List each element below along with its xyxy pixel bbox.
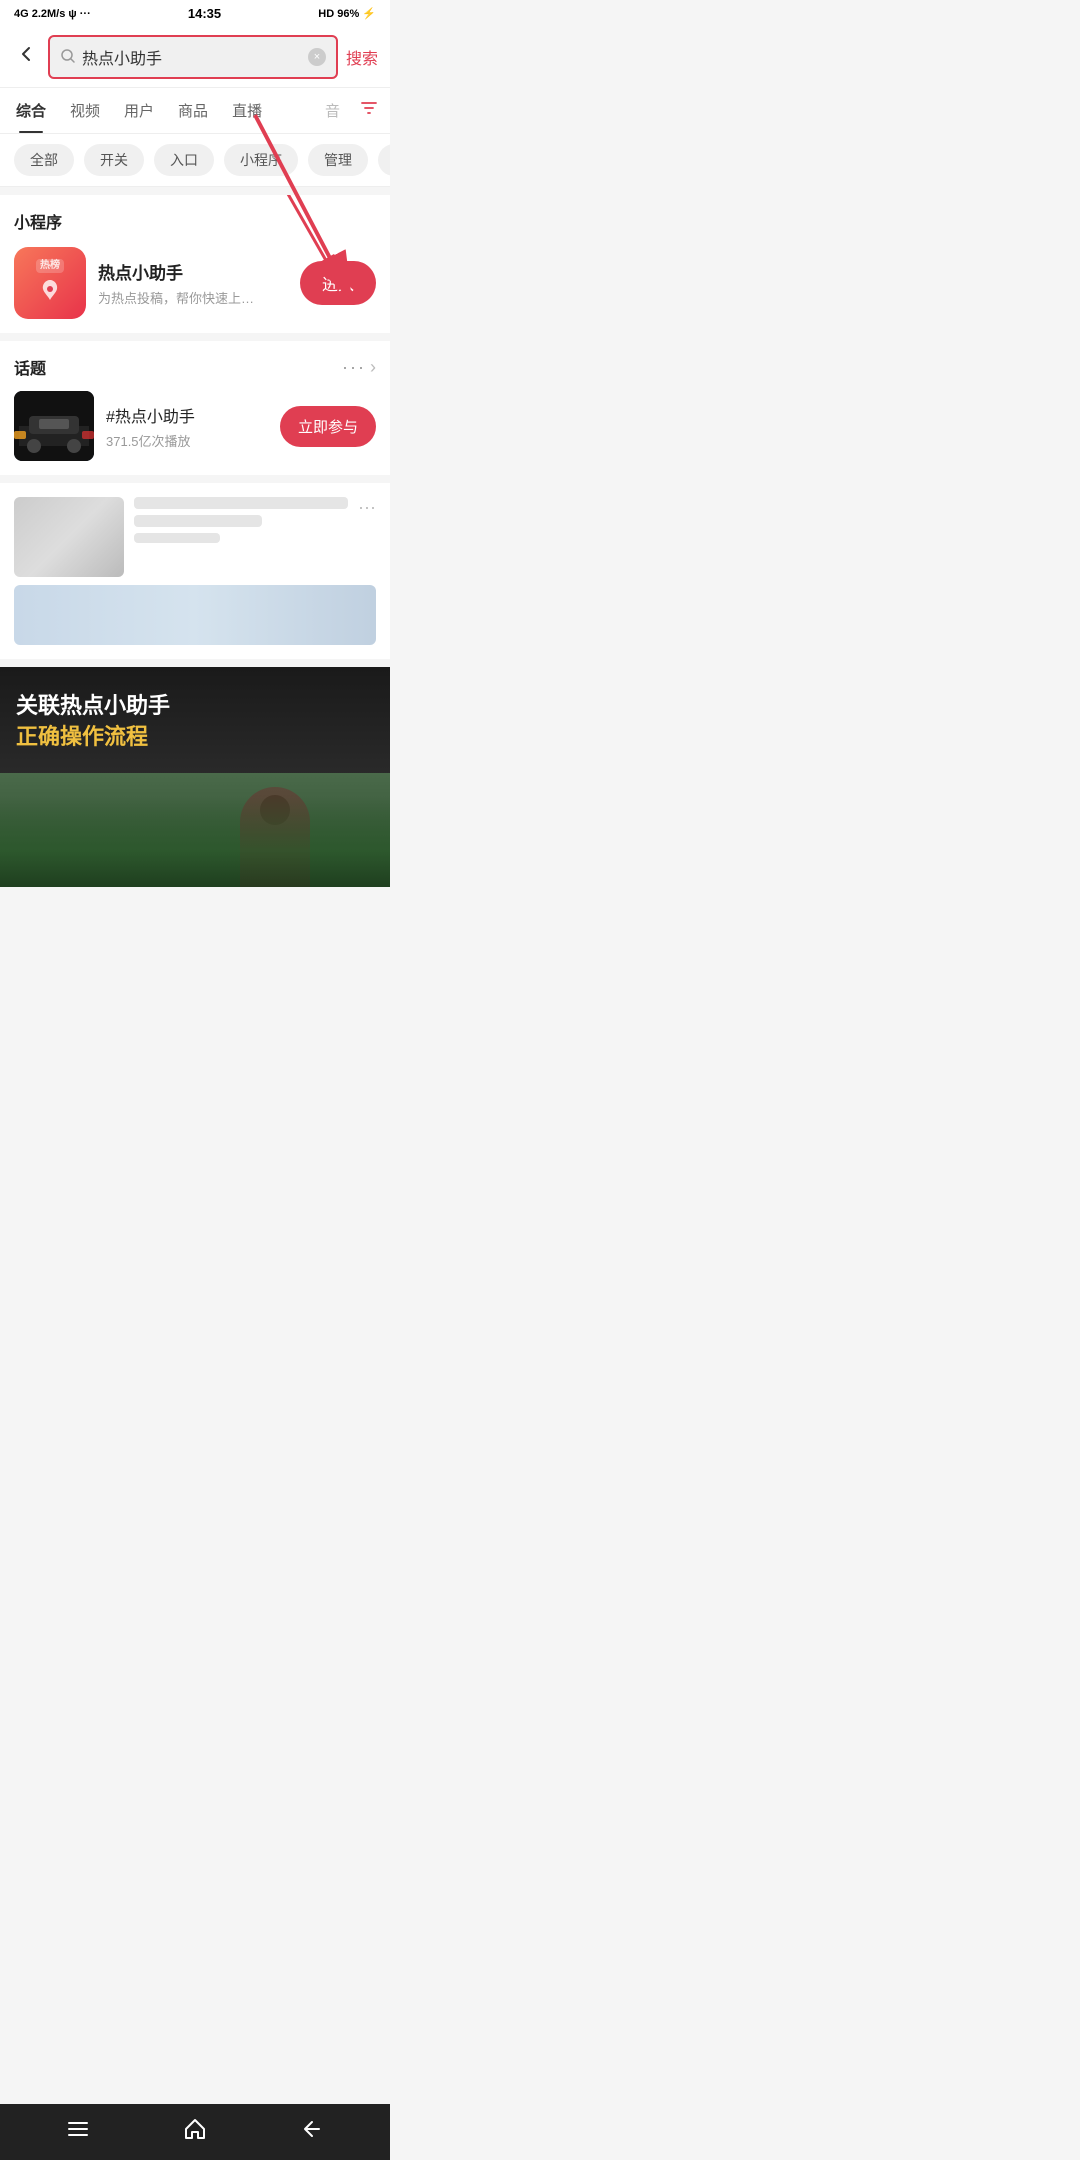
chip-入口[interactable]: 入口 [154,144,214,176]
signal-text: 4G 2.2M/s ψ ··· [14,8,91,20]
video-thumbnail-big: 关联热点小助手 正确操作流程 [0,667,390,887]
status-bar: 4G 2.2M/s ψ ··· 14:35 HD 96% ⚡ [0,0,390,27]
clear-button[interactable]: × [308,48,326,66]
status-left: 4G 2.2M/s ψ ··· [14,8,91,20]
topic-card: 视频 #热点小助手 371.5亿次播放 立即参与 [14,391,376,461]
tab-音[interactable]: 音 [313,88,352,133]
topics-header: 话题 ··· › [14,355,376,379]
blurred-wide-row [14,585,376,645]
filter-chips: 全部 开关 入口 小程序 管理 话题 [0,134,390,187]
mini-program-section: 小程序 热榜 热点小助手 为热点投稿，帮你快速上… 进入 [0,195,390,333]
blurred-section: ··· [0,483,390,659]
bottom-nav [0,2104,390,2160]
chip-开关[interactable]: 开关 [84,144,144,176]
nav-back-icon[interactable] [300,2117,324,2147]
video-title-overlay: 关联热点小助手 正确操作流程 [16,691,170,753]
chip-管理[interactable]: 管理 [308,144,368,176]
chip-全部[interactable]: 全部 [14,144,74,176]
chip-话题[interactable]: 话题 [378,144,390,176]
filter-icon[interactable] [360,99,378,122]
video-big-section: 关联热点小助手 正确操作流程 [0,667,390,887]
topics-more-icon[interactable]: ··· [342,357,366,378]
more-options-icon[interactable]: ··· [358,497,376,518]
topic-thumb-svg [14,391,94,461]
search-query: 热点小助手 [82,45,302,69]
blurred-thumb-1 [14,497,124,577]
nav-menu-icon[interactable] [66,2117,90,2147]
tab-用户[interactable]: 用户 [112,88,166,133]
join-button[interactable]: 立即参与 [280,406,376,447]
tab-综合[interactable]: 综合 [4,88,58,133]
topic-info: #热点小助手 371.5亿次播放 [106,403,268,450]
status-time: 14:35 [188,6,221,21]
mini-program-card: 热榜 热点小助手 为热点投稿，帮你快速上… 进入 [14,247,376,319]
tab-直播[interactable]: 直播 [220,88,274,133]
search-box[interactable]: 热点小助手 × [48,35,338,79]
mini-program-title: 小程序 [14,209,376,233]
blurred-card-1: ··· [14,497,376,577]
tab-视频[interactable]: 视频 [58,88,112,133]
back-button[interactable] [12,40,40,74]
search-button[interactable]: 搜索 [346,45,378,69]
topics-title: 话题 [14,355,342,379]
topics-arrow-icon[interactable]: › [370,357,376,378]
video-title-line1: 关联热点小助手 [16,691,170,722]
topic-thumbnail: 视频 [14,391,94,461]
search-icon [60,48,76,67]
mini-program-icon: 热榜 [14,247,86,319]
topic-count: 371.5亿次播放 [106,431,268,450]
tabs-bar: 综合 视频 用户 商品 直播 音 [0,88,390,134]
video-title-line2: 正确操作流程 [16,722,170,753]
nav-home-icon[interactable] [183,2117,207,2147]
search-header: 热点小助手 × 搜索 [0,27,390,88]
topic-name: #热点小助手 [106,403,268,427]
topics-section: 话题 ··· › 视频 #热点小助 [0,341,390,475]
tabs-right: 音 [313,88,386,133]
mini-program-name: 热点小助手 [98,259,288,284]
blurred-text-1 [134,497,348,543]
battery-text: HD 96% ⚡ [318,7,376,20]
chip-小程序[interactable]: 小程序 [224,144,298,176]
enter-button[interactable]: 进入 [300,261,376,305]
tab-商品[interactable]: 商品 [166,88,220,133]
status-right: HD 96% ⚡ [318,7,376,20]
mini-program-desc: 为热点投稿，帮你快速上… [98,288,288,307]
mini-program-info: 热点小助手 为热点投稿，帮你快速上… [98,259,288,307]
